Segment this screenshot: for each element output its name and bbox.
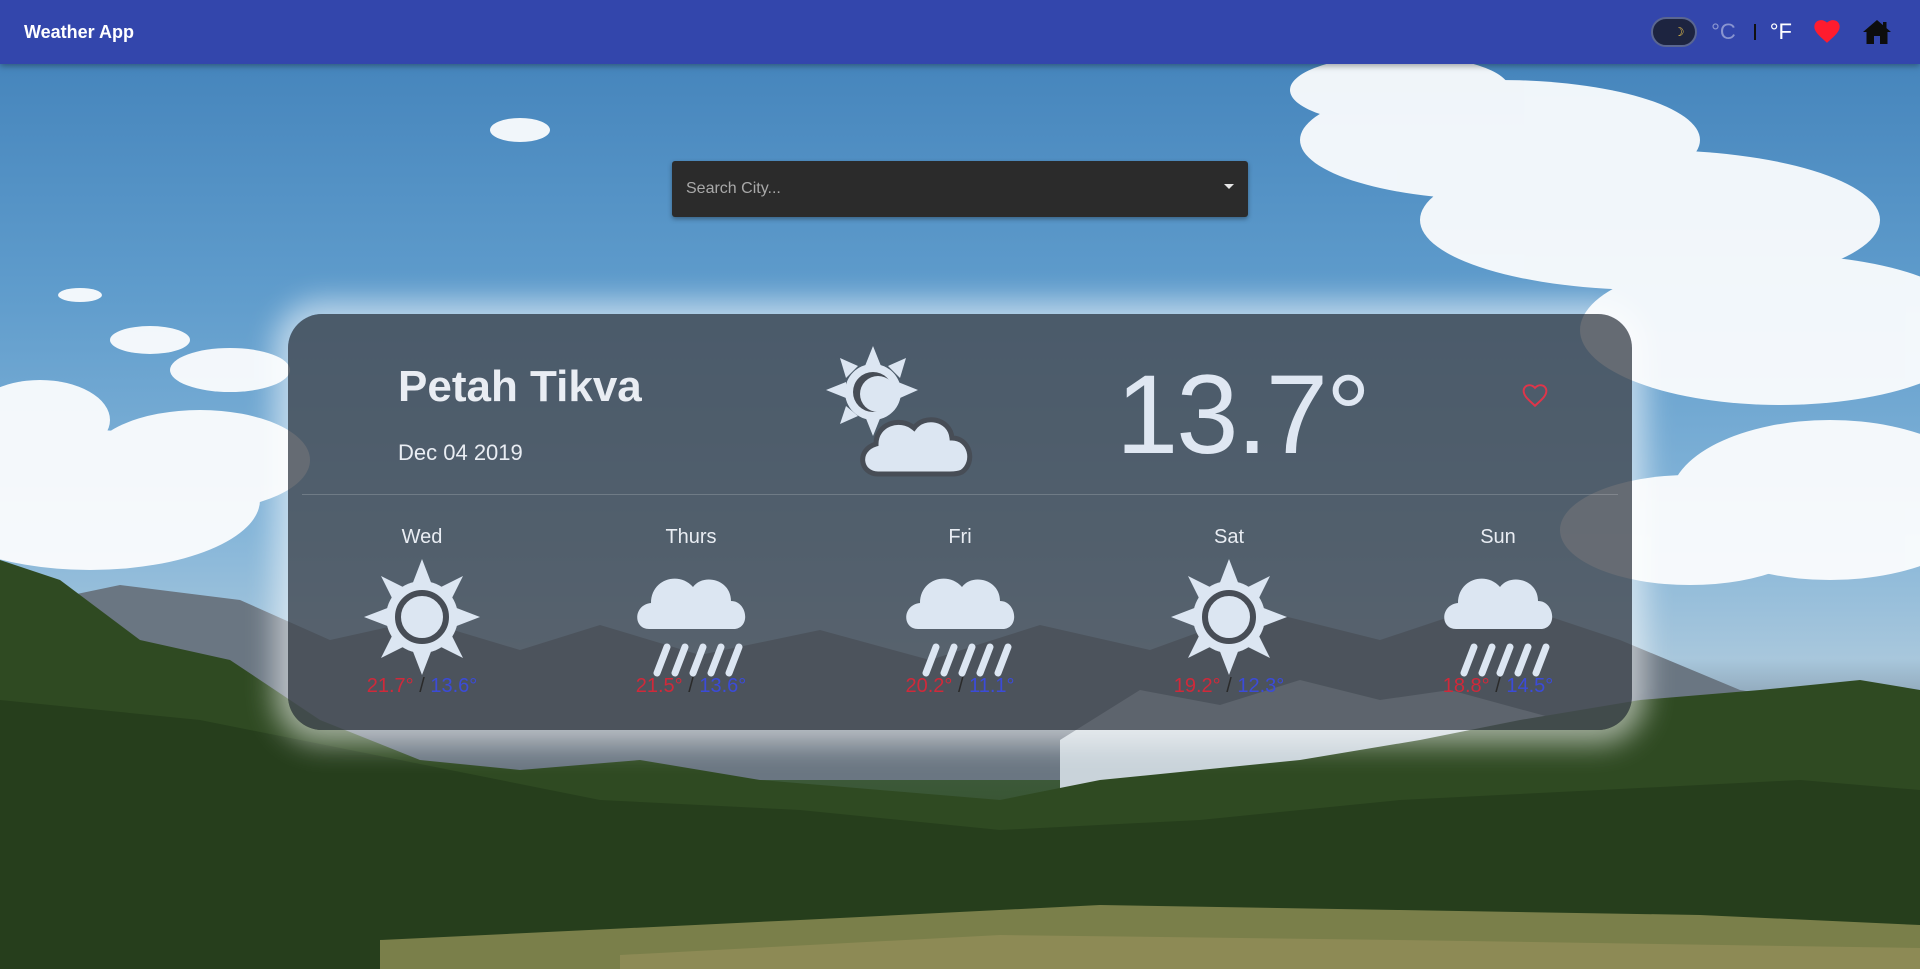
forecast-temp-range: 18.8° / 14.5° (1398, 675, 1598, 698)
partly-cloudy-icon (826, 346, 973, 477)
forecast-day: Sat 19.2° / 12.3° (1129, 526, 1329, 698)
forecast-high: 19.2° (1173, 675, 1221, 697)
sun-icon (1171, 559, 1287, 675)
heart-outline-icon (1522, 384, 1548, 408)
forecast-low: 11.1° (969, 675, 1015, 697)
forecast-low: 12.3° (1237, 675, 1285, 697)
range-separator: / (1489, 675, 1507, 697)
sun-icon (364, 559, 480, 675)
home-icon (1863, 20, 1891, 44)
range-separator: / (952, 675, 970, 697)
home-button[interactable] (1862, 19, 1892, 45)
forecast-day-name: Fri (948, 526, 972, 548)
theme-toggle[interactable]: ☽ (1651, 17, 1698, 47)
favorites-button[interactable] (1814, 20, 1840, 44)
forecast-temp-range: 21.5° / 13.6° (591, 675, 791, 698)
city-search (672, 161, 1248, 217)
forecast-day-name: Sun (1480, 526, 1516, 548)
forecast-day-name: Thurs (665, 526, 717, 548)
city-name: Petah Tikva (398, 362, 642, 411)
forecast-day: Sun 18.8° / 14.5° (1398, 526, 1598, 698)
favorite-toggle[interactable] (1522, 384, 1548, 413)
fahrenheit-toggle[interactable]: °F (1770, 19, 1792, 45)
forecast-high: 20.2° (905, 675, 953, 697)
forecast-low: 13.6° (430, 675, 478, 697)
app-bar-actions: ☽ °C °F (1651, 0, 1892, 64)
celsius-toggle[interactable]: °C (1711, 19, 1736, 45)
current-date: Dec 04 2019 (398, 440, 523, 465)
forecast-low: 13.6° (699, 675, 747, 697)
forecast-high: 18.8° (1442, 675, 1490, 697)
forecast-day: Fri 20.2° / 11.1° (860, 526, 1060, 698)
card-divider (302, 494, 1618, 495)
forecast-day-name: Wed (401, 526, 443, 548)
forecast-high: 21.5° (635, 675, 683, 697)
forecast-day-name: Sat (1213, 526, 1245, 548)
range-separator: / (413, 675, 431, 697)
weather-card: Petah Tikva Dec 04 2019 13.7° Wed 21.7° … (288, 314, 1632, 730)
rain-icon (637, 578, 746, 677)
forecast-day: Wed 21.7° / 13.6° (322, 526, 522, 698)
forecast-temp-range: 21.7° / 13.6° (322, 675, 522, 698)
rain-icon (906, 578, 1015, 677)
moon-icon: ☽ (1673, 25, 1685, 39)
forecast-high: 21.7° (366, 675, 414, 697)
dropdown-arrow-icon[interactable] (1224, 184, 1234, 189)
unit-divider (1753, 24, 1756, 40)
range-separator: / (682, 675, 700, 697)
forecast-temp-range: 19.2° / 12.3° (1129, 675, 1329, 698)
search-city-input[interactable] (672, 161, 1202, 217)
range-separator: / (1220, 675, 1238, 697)
rain-icon (1444, 578, 1553, 677)
heart-icon (1814, 20, 1840, 43)
app-bar: Weather App ☽ °C °F (0, 0, 1920, 64)
forecast-day: Thurs 21.5° / 13.6° (591, 526, 791, 698)
forecast-temp-range: 20.2° / 11.1° (860, 675, 1060, 698)
current-temperature: 13.7° (1116, 352, 1371, 477)
app-title: Weather App (24, 22, 135, 42)
forecast-low: 14.5° (1506, 675, 1554, 697)
